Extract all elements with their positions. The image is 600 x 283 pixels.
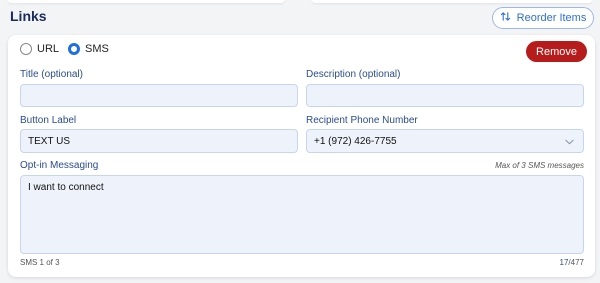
description-label: Description (optional): [306, 69, 401, 80]
link-type-url-label: URL: [37, 43, 60, 55]
link-type-url-radio[interactable]: URL: [20, 43, 59, 55]
reorder-items-label: Reorder Items: [516, 12, 587, 24]
button-label-input[interactable]: TEXT US: [20, 129, 298, 153]
opt-in-hint: Max of 3 SMS messages: [495, 161, 584, 170]
recipient-phone-select[interactable]: +1 (972) 426-7755: [306, 129, 584, 153]
link-type-sms-label: SMS: [85, 43, 109, 55]
link-type-sms-radio[interactable]: SMS: [68, 43, 109, 55]
sms-count: SMS 1 of 3: [20, 258, 60, 267]
reorder-items-button[interactable]: Reorder Items: [492, 7, 594, 29]
character-counter: 17/477: [560, 258, 584, 267]
radio-checked-icon: [68, 43, 81, 55]
title-input[interactable]: [20, 84, 298, 107]
previous-card-bottom: [312, 0, 592, 3]
remove-button[interactable]: Remove: [526, 41, 587, 62]
opt-in-message-textarea[interactable]: I want to connect: [20, 175, 584, 254]
character-count-max: /477: [568, 258, 584, 267]
description-input[interactable]: [306, 84, 584, 107]
title-label: Title (optional): [20, 69, 83, 80]
chevron-down-icon: [565, 139, 574, 145]
recipient-phone-label: Recipient Phone Number: [306, 115, 418, 126]
arrows-up-down-icon: [500, 11, 511, 25]
recipient-phone-value: +1 (972) 426-7755: [314, 135, 397, 147]
radio-unchecked-icon: [20, 43, 32, 55]
link-card: URL SMS Remove Title (optional) Descript…: [8, 35, 595, 277]
link-type-radio-group: URL SMS: [20, 43, 109, 55]
opt-in-label: Opt-in Messaging: [20, 160, 99, 171]
section-title: Links: [10, 8, 47, 24]
button-label-label: Button Label: [20, 115, 77, 126]
previous-card-bottom: [8, 0, 284, 3]
